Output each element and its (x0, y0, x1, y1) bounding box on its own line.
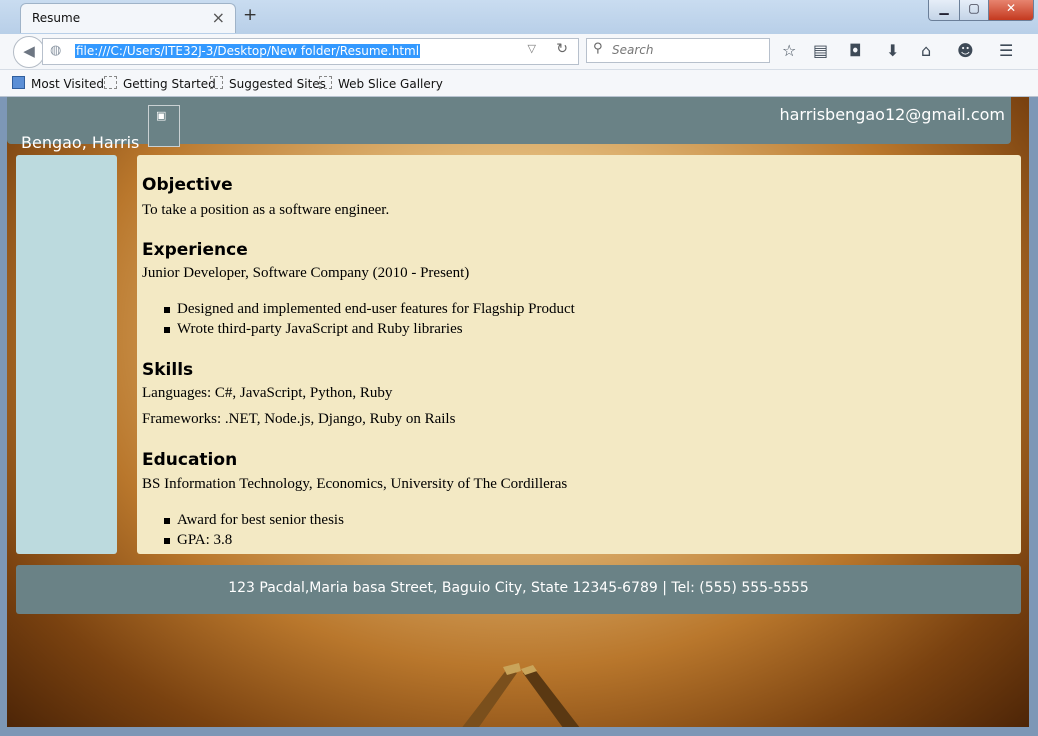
skills-languages: Languages: C#, JavaScript, Python, Ruby (142, 385, 393, 401)
url-input[interactable]: file:///C:/Users/ITE32J-3/Desktop/New fo… (75, 44, 421, 58)
close-tab-icon[interactable]: × (212, 8, 225, 27)
window-frame (0, 97, 7, 736)
minimize-icon: ▁ (939, 1, 949, 15)
navigation-bar: ◀ ◍ file:///C:/Users/ITE32J-3/Desktop/Ne… (0, 34, 1038, 70)
skills-heading: Skills (142, 360, 194, 380)
search-input[interactable]: ⚲ Search (586, 38, 770, 63)
experience-heading: Experience (142, 240, 248, 260)
reading-list-icon[interactable]: ▤ (813, 41, 828, 60)
close-icon: ✕ (1005, 1, 1017, 15)
bookmark-suggested-sites[interactable]: Suggested Sites (210, 76, 326, 91)
education-heading: Education (142, 450, 238, 470)
window-frame (1029, 97, 1038, 736)
home-icon[interactable]: ⌂ (921, 41, 931, 60)
back-button[interactable]: ◀ (13, 36, 45, 68)
resume-content: Objective To take a position as a softwa… (137, 155, 1021, 554)
list-item: Wrote third-party JavaScript and Ruby li… (164, 321, 463, 337)
background-scissors-image (462, 663, 580, 727)
experience-job: Junior Developer, Software Company (2010… (142, 265, 470, 281)
search-icon: ⚲ (593, 41, 603, 56)
new-tab-button[interactable]: + (243, 5, 257, 25)
most-visited-icon (12, 76, 25, 89)
broken-image-icon: ▣ (148, 105, 180, 147)
reload-icon[interactable]: ↻ (556, 41, 568, 57)
back-arrow-icon: ◀ (23, 42, 35, 60)
tab-title: Resume (32, 11, 81, 25)
page-icon (210, 76, 223, 89)
search-placeholder: Search (612, 43, 654, 57)
bookmarks-toolbar: Most Visited Getting Started Suggested S… (0, 70, 1038, 97)
list-item: Award for best senior thesis (164, 512, 344, 528)
download-icon[interactable]: ⬇ (886, 41, 899, 60)
pocket-icon[interactable]: ◘ (849, 41, 862, 60)
bookmark-most-visited[interactable]: Most Visited (12, 76, 104, 91)
page-viewport[interactable]: harrisbengao12@gmail.com Bengao, Harris … (7, 97, 1029, 727)
objective-heading: Objective (142, 175, 233, 195)
minimize-button[interactable]: ▁ (928, 0, 960, 21)
window-frame (0, 727, 1038, 736)
list-item: Designed and implemented end-user featur… (164, 301, 575, 317)
star-icon[interactable]: ☆ (782, 41, 796, 60)
education-degree: BS Information Technology, Economics, Un… (142, 476, 568, 492)
close-window-button[interactable]: ✕ (988, 0, 1034, 21)
resume-name: Bengao, Harris (21, 133, 140, 152)
globe-icon: ◍ (50, 43, 62, 58)
maximize-icon: ▢ (968, 1, 980, 15)
title-bar: Resume × + ▁ ▢ ✕ (0, 0, 1038, 34)
maximize-button[interactable]: ▢ (959, 0, 989, 21)
address-bar[interactable]: ◍ file:///C:/Users/ITE32J-3/Desktop/New … (42, 38, 579, 65)
bookmark-getting-started[interactable]: Getting Started (104, 76, 216, 91)
bookmark-web-slice-gallery[interactable]: Web Slice Gallery (319, 76, 443, 91)
menu-icon[interactable]: ☰ (999, 41, 1013, 60)
objective-text: To take a position as a software enginee… (142, 202, 390, 218)
skills-frameworks: Frameworks: .NET, Node.js, Django, Ruby … (142, 411, 456, 427)
chevron-down-icon[interactable]: ▽ (528, 42, 536, 55)
tab-resume[interactable]: Resume × (20, 3, 236, 33)
resume-footer: 123 Pacdal,Maria basa Street, Baguio Cit… (16, 565, 1021, 614)
sidebar (16, 155, 117, 554)
page-icon (319, 76, 332, 89)
email-address: harrisbengao12@gmail.com (779, 105, 1005, 124)
list-item: GPA: 3.8 (163, 532, 233, 548)
hello-icon[interactable]: ☻ (957, 41, 974, 60)
page-icon (104, 76, 117, 89)
